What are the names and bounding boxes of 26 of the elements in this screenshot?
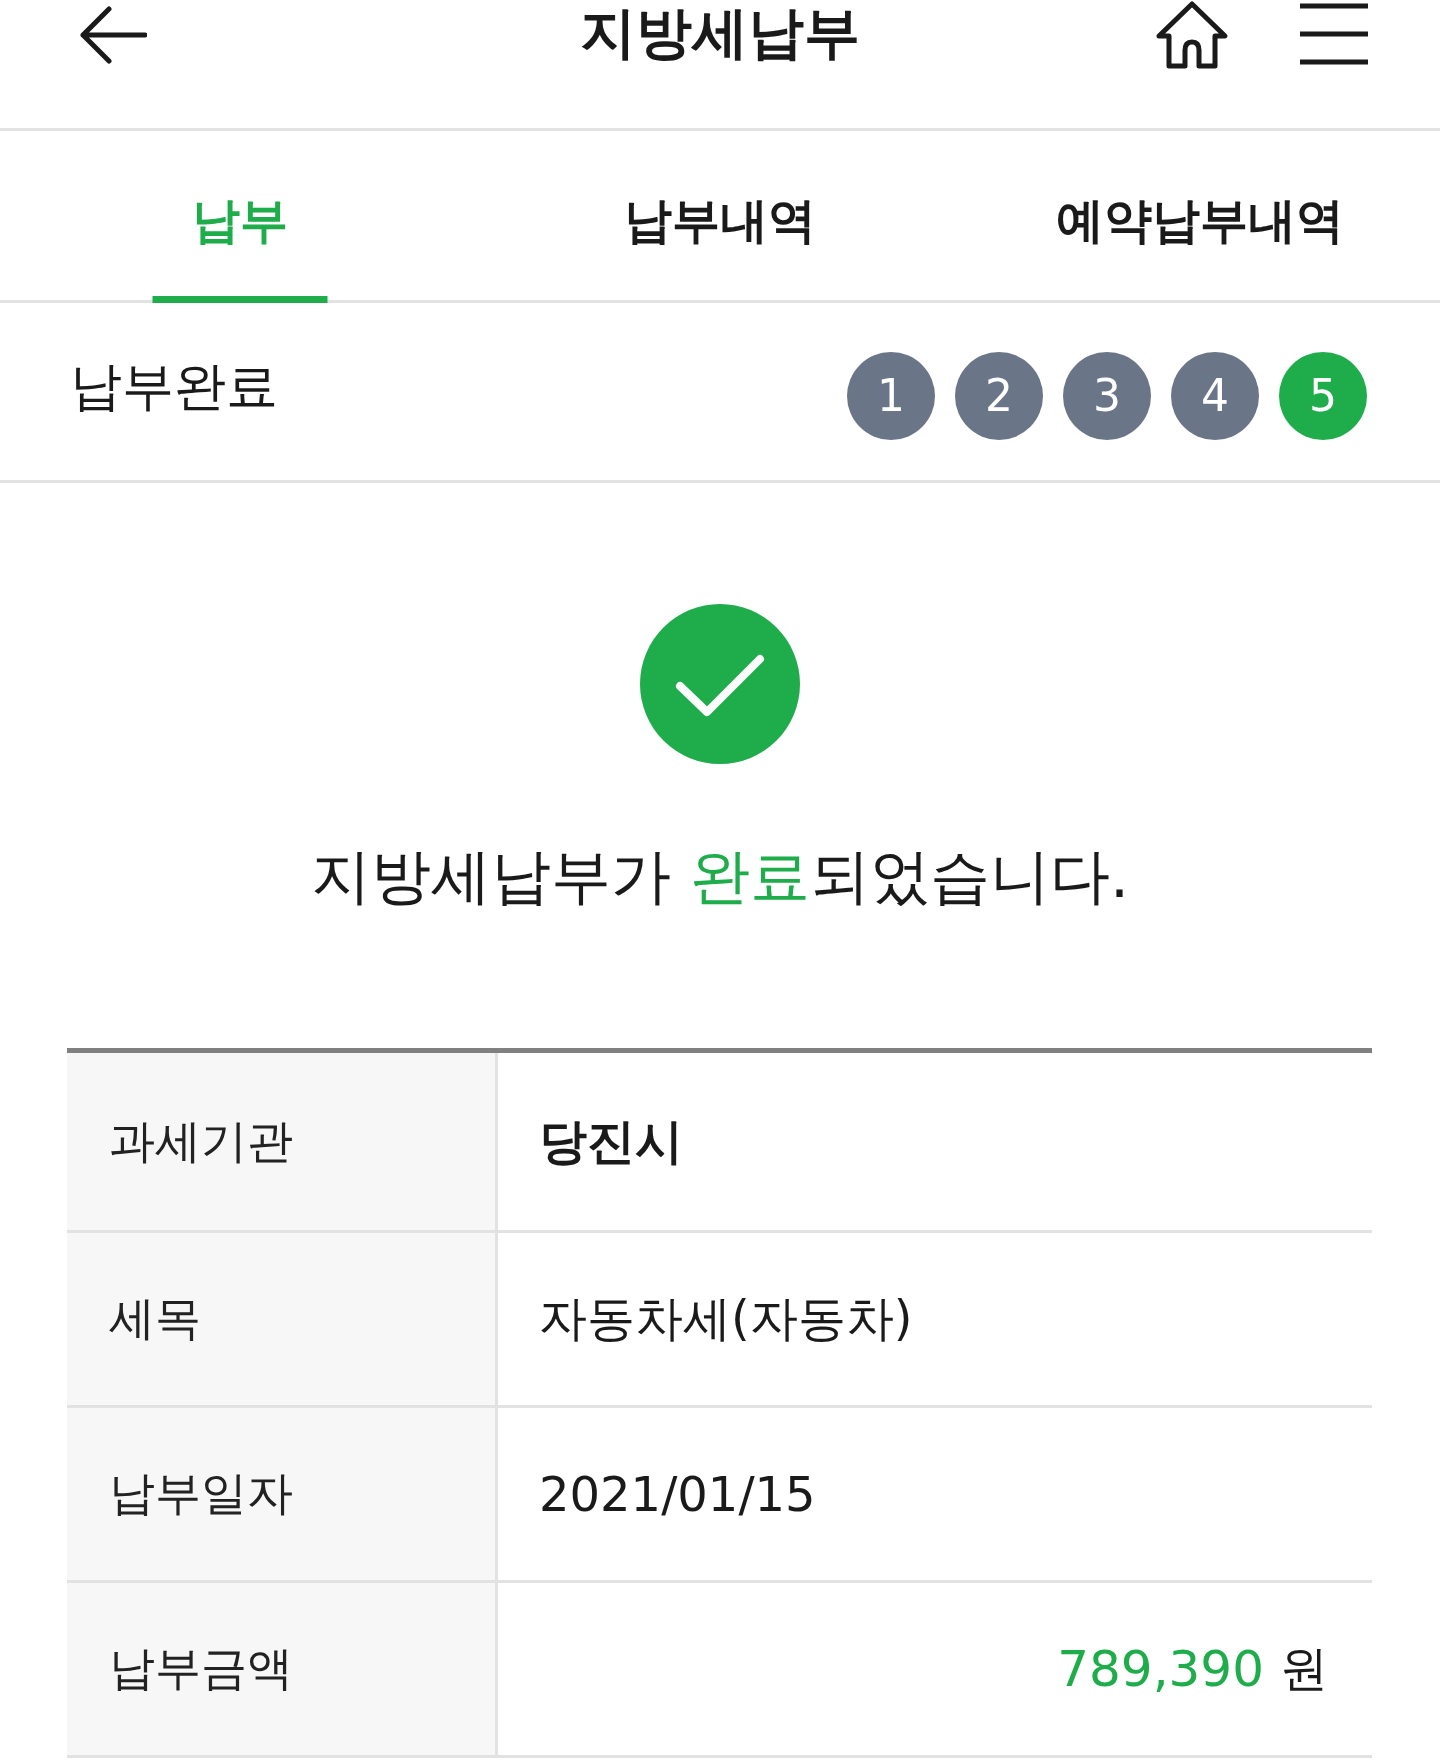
label-cell: 납부금액: [67, 1583, 498, 1755]
amount-value: 789,390: [1057, 1640, 1264, 1698]
back-arrow-icon: [79, 5, 147, 65]
menu-button[interactable]: [1300, 3, 1368, 65]
home-button[interactable]: [1155, 0, 1229, 70]
tab[interactable]: 예약납부내역: [960, 131, 1440, 300]
step-indicator: 1: [847, 351, 935, 440]
step-title: 납부완료: [70, 354, 278, 418]
home-icon: [1155, 0, 1229, 70]
currency-unit: 원: [1280, 1639, 1328, 1698]
label-cell: 세목: [67, 1233, 498, 1405]
label-cell: 납부일자: [67, 1408, 498, 1580]
menu-icon: [1300, 3, 1368, 65]
step-indicator: 2: [955, 351, 1043, 440]
field-value: 당진시: [539, 1111, 683, 1171]
completion-message: 지방세납부가 완료되었습니다.: [310, 840, 1130, 913]
label-cell: 과세기관: [67, 1053, 498, 1230]
back-button[interactable]: [79, 5, 147, 65]
step-indicator: 5: [1279, 351, 1367, 440]
field-value: 자동차세(자동차): [539, 1289, 913, 1348]
field-value: 2021/01/15: [539, 1466, 816, 1522]
step-indicator: 4: [1171, 351, 1259, 440]
tab[interactable]: 납부내역: [480, 131, 960, 300]
check-circle-icon: [640, 604, 800, 764]
step-indicator: 3: [1063, 351, 1151, 440]
page-title: 지방세납부: [580, 0, 860, 66]
